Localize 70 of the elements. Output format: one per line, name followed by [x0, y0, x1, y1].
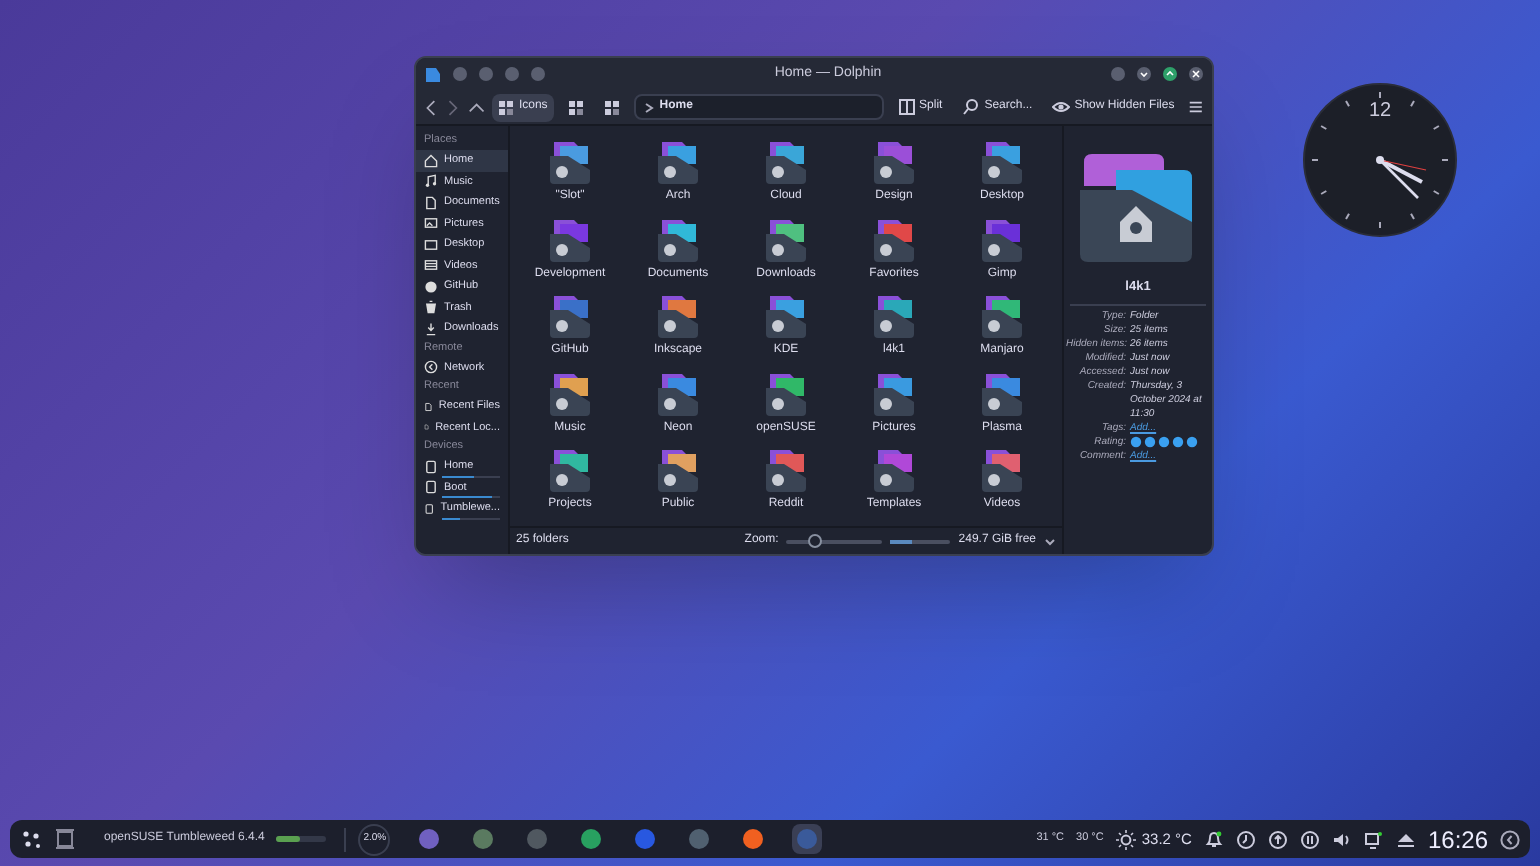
minimize-icon[interactable]	[1136, 66, 1152, 82]
bell-icon[interactable]	[1203, 829, 1224, 849]
app-icon[interactable]	[792, 824, 823, 854]
document-icon	[424, 195, 438, 210]
chevron-icon	[643, 101, 654, 113]
app-icon[interactable]	[630, 824, 661, 854]
app-logo-icon	[742, 828, 765, 850]
film-icon	[424, 258, 438, 273]
folder-icon	[760, 136, 812, 188]
show-desktop-icon[interactable]	[54, 828, 76, 850]
app-logo-icon	[634, 828, 657, 850]
app-icon[interactable]	[738, 824, 769, 854]
monitor-icon	[424, 237, 438, 252]
folder-icon	[868, 444, 920, 496]
app-logo-icon	[526, 828, 549, 850]
volume-icon[interactable]	[1331, 829, 1352, 849]
analog-clock-drawing: 12	[1302, 82, 1458, 238]
music-note-icon	[424, 174, 438, 189]
app-logo-icon	[688, 828, 711, 850]
clock-time[interactable]: 16:26	[1427, 821, 1488, 857]
network-icon	[424, 360, 438, 375]
app-logo-icon	[580, 828, 603, 850]
back-icon[interactable]	[424, 97, 438, 117]
menu-icon[interactable]	[1188, 98, 1204, 116]
download-icon	[424, 321, 438, 336]
sun-icon[interactable]	[1115, 829, 1136, 849]
forward-icon[interactable]	[445, 97, 460, 117]
folder-icon	[544, 290, 596, 342]
folder-icon	[976, 290, 1028, 342]
peek-desktop-icon[interactable]	[1500, 829, 1520, 849]
grid-icon	[567, 99, 584, 115]
split-view-icon	[897, 98, 916, 116]
folder-icon	[868, 136, 920, 188]
app-icon[interactable]	[684, 824, 715, 854]
close-icon[interactable]	[1188, 66, 1204, 82]
folder-icon	[652, 290, 704, 342]
dropdown-icon[interactable]	[1044, 535, 1056, 547]
app-icon[interactable]	[468, 824, 499, 854]
folder-icon	[544, 444, 596, 496]
launcher-icon[interactable]	[20, 828, 42, 850]
app-logo-icon	[796, 828, 819, 850]
app-logo-icon	[418, 828, 441, 850]
maximize-icon[interactable]	[1162, 66, 1178, 82]
folder-icon	[760, 290, 812, 342]
trash-icon	[424, 300, 438, 315]
folder-icon	[976, 444, 1028, 496]
folder-icon	[652, 136, 704, 188]
folder-icon	[760, 444, 812, 496]
picture-icon	[424, 216, 438, 231]
pause-icon[interactable]	[1299, 829, 1320, 849]
folder-icon	[544, 136, 596, 188]
circle-logo-icon	[424, 279, 438, 294]
eject-icon[interactable]	[1395, 829, 1416, 849]
eye-icon	[1052, 98, 1071, 116]
folder-icon	[976, 136, 1028, 188]
clock-icon[interactable]	[1235, 829, 1256, 849]
slider-handle[interactable]	[808, 534, 823, 548]
app-icon[interactable]	[576, 824, 607, 854]
up-icon[interactable]	[467, 97, 485, 117]
app-icon[interactable]	[414, 824, 445, 854]
house-icon	[424, 153, 438, 168]
network-icon[interactable]	[1363, 829, 1384, 849]
app-icon	[424, 65, 442, 83]
upload-icon[interactable]	[1267, 829, 1288, 849]
grid-icon	[603, 99, 620, 115]
app-logo-icon	[472, 828, 495, 850]
grid-icon	[498, 99, 515, 115]
folder-icon	[868, 290, 920, 342]
folder-icon	[652, 444, 704, 496]
search-icon	[962, 98, 981, 116]
